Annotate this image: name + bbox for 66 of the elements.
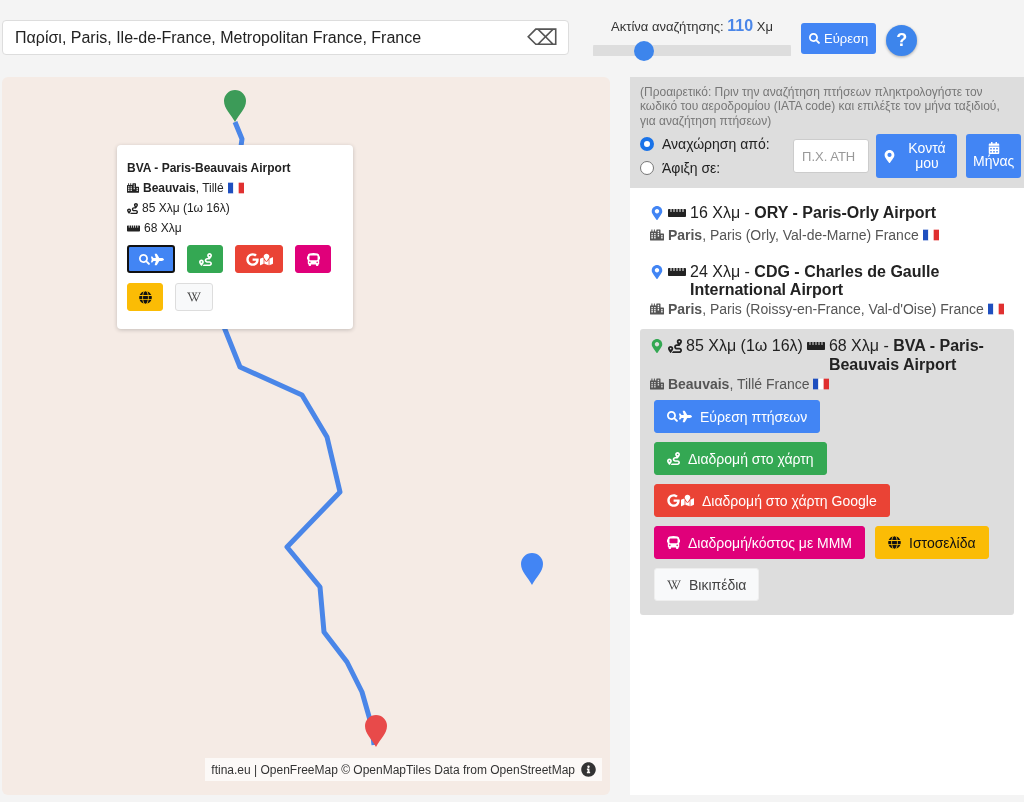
airport-action-button[interactable]: Εύρεση πτήσεων <box>654 400 821 434</box>
france-flag-icon <box>227 182 244 194</box>
globe-icon <box>138 290 152 304</box>
search-icon <box>809 33 820 44</box>
form-note: (Προαιρετικό: Πριν την αναζήτηση πτήσεων πληκτρολογήστε τον κωδικό του αεροδρομίου (IATA code) και επιλέξτε τον μήνα ταξιδιού, για αναζήτηση πτήσεων) <box>640 85 1001 129</box>
route-icon <box>667 452 680 466</box>
attribution-text: ftina.eu | OpenFreeMap © OpenMapTiles Data from OpenStreetMap <box>211 762 575 777</box>
marker-pin[interactable] <box>224 90 246 122</box>
france-flag-icon <box>922 228 939 241</box>
airport-item[interactable]: 24 Χλμ - CDG - Charles de Gaulle International Airport Paris, Paris (Roissy-en-France, Val-d'Oise) France <box>640 262 1014 318</box>
route-icon <box>668 339 682 354</box>
popup-distance: 68 Χλμ <box>144 221 182 235</box>
location-pin-icon <box>883 149 896 163</box>
airport-action-button[interactable]: Διαδρομή/κόστος με ΜΜΜ <box>654 526 866 560</box>
popup-drive-distance: 85 Χλμ (1ω 16λ) <box>142 201 230 215</box>
marker-pin[interactable] <box>521 553 543 585</box>
france-flag-icon <box>813 378 830 391</box>
popup-action-button[interactable] <box>127 245 175 273</box>
airport-location: Paris, Paris (Orly, Val-de-Marne) France <box>667 226 919 243</box>
drive-distance: 85 Χλμ (1ω 16λ) <box>686 337 803 356</box>
search-plane-icon <box>667 410 692 424</box>
find-button[interactable]: Εύρεση <box>801 23 877 54</box>
google-map-icon <box>667 494 694 508</box>
airport-action-button[interactable]: Διαδρομή στο χάρτη Google <box>654 484 890 518</box>
location-pin-icon <box>650 264 664 279</box>
wikipedia-icon <box>187 290 201 304</box>
marker-pin[interactable] <box>365 715 387 747</box>
globe-icon <box>888 536 902 550</box>
slider-thumb[interactable] <box>634 40 655 61</box>
airport-location: Paris, Paris (Roissy-en-France, Val-d'Oise) France <box>667 301 984 318</box>
france-flag-icon <box>987 303 1004 316</box>
month-button[interactable]: Μήνας <box>966 134 1022 179</box>
search-plane-icon <box>138 252 164 266</box>
near-me-button[interactable]: Κοντά μου <box>876 134 957 179</box>
route-icon <box>127 202 138 214</box>
location-pin-icon <box>650 339 664 354</box>
help-button[interactable]: ? <box>886 25 918 56</box>
airport-location: Beauvais, Tillé France <box>667 376 810 393</box>
airport-title: 16 Χλμ - ORY - Paris-Orly Airport <box>690 204 938 223</box>
google-map-icon <box>245 252 273 266</box>
airport-title: 24 Χλμ - CDG - Charles de Gaulle International Airport <box>690 262 941 300</box>
search-field[interactable]: Παρίσι, Paris, Ile-de-France, Metropolitan France, France ⌫ <box>2 20 569 55</box>
city-icon <box>650 302 664 317</box>
city-icon <box>650 377 664 392</box>
map-background[interactable]: BVA - Paris-Beauvais Airport Beauvais, Tillé 85 Χλμ (1ω 16λ) 68 Χλμ ftina.eu | OpenFreeMap © OpenMapTiles Data from OpenStreetMap <box>2 77 610 795</box>
city-icon <box>650 227 664 242</box>
popup-title: BVA - Paris-Beauvais Airport <box>127 161 292 175</box>
bus-icon <box>667 536 680 550</box>
city-icon <box>127 182 139 194</box>
airport-item[interactable]: 16 Χλμ - ORY - Paris-Orly Airport Paris, Paris (Orly, Val-de-Marne) France <box>640 204 1014 243</box>
airport-action-button[interactable]: Βικιπέδια <box>654 568 760 602</box>
location-pin-icon <box>650 206 664 221</box>
direction-option[interactable]: Άφιξη σε: <box>640 160 786 177</box>
clear-button[interactable]: ⌫ <box>526 25 558 50</box>
popup-city: Beauvais, Tillé <box>143 181 224 195</box>
iata-code-field[interactable]: Π.Χ. ΑΤΗ <box>793 139 869 174</box>
bus-icon <box>306 252 320 266</box>
route-icon <box>198 252 212 266</box>
airport-title: 68 Χλμ - BVA - Paris-Beauvais Airport <box>828 337 985 375</box>
radius-label: Ακτίνα αναζήτησης: 110 Χμ <box>611 16 773 35</box>
direction-option[interactable]: Αναχώρηση από: <box>640 136 786 153</box>
wikipedia-icon <box>667 577 681 592</box>
info-icon[interactable] <box>581 762 596 777</box>
airport-item[interactable]: 85 Χλμ (1ω 16λ) 68 Χλμ - BVA - Paris-Beauvais Airport Beauvais, Tillé France Εύρεση πτήσεων Διαδρομή στο χάρτη Διαδρομή στο χάρτη Google Διαδρομή/κόστος με ΜΜΜ Ιστοσελίδα Βικιπέδια <box>640 329 1014 616</box>
calendar-icon <box>987 142 1000 155</box>
airport-action-button[interactable]: Ιστοσελίδα <box>875 526 989 560</box>
